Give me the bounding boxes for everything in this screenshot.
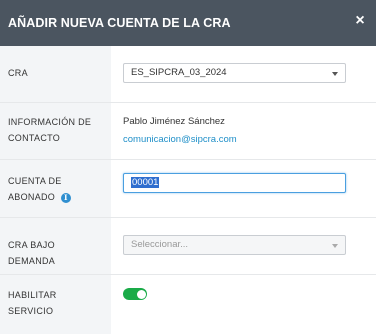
account-label: CUENTA DE ABONADO i	[8, 160, 103, 205]
cra-value-cell: ES_SIPCRA_03_2024	[111, 46, 376, 102]
enable-service-label: HABILITAR SERVICIO	[8, 290, 57, 316]
add-cra-account-modal: AÑADIR NUEVA CUENTA DE LA CRA × CRA ES_S…	[0, 0, 376, 334]
cra-row: CRA ES_SIPCRA_03_2024	[0, 46, 376, 103]
on-demand-label-cell: CRA BAJO DEMANDA	[0, 218, 111, 274]
enable-service-row: HABILITAR SERVICIO	[0, 275, 376, 334]
account-label-cell: CUENTA DE ABONADO i	[0, 160, 111, 217]
info-icon[interactable]: i	[60, 192, 71, 203]
chevron-down-icon	[332, 244, 338, 248]
toggle-knob	[136, 289, 146, 299]
account-label-line1: CUENTA DE	[8, 176, 62, 186]
cra-select[interactable]: ES_SIPCRA_03_2024	[123, 63, 346, 83]
contact-label-line1: INFORMACIÓN DE	[8, 117, 92, 127]
contact-label: INFORMACIÓN DE CONTACTO	[8, 103, 103, 146]
contact-name: Pablo Jiménez Sánchez	[123, 116, 225, 127]
contact-value-cell: Pablo Jiménez Sánchez comunicacion@sipcr…	[111, 103, 376, 159]
on-demand-value-cell: Seleccionar...	[111, 218, 376, 274]
account-value-cell: 00001	[111, 160, 376, 217]
contact-label-line2: CONTACTO	[8, 133, 61, 143]
account-number-value: 00001	[131, 177, 160, 188]
chevron-down-icon	[332, 72, 338, 76]
enable-service-value-cell	[111, 275, 376, 334]
on-demand-select[interactable]: Seleccionar...	[123, 235, 346, 255]
cra-label-cell: CRA	[0, 46, 111, 102]
account-label-line2: ABONADO	[8, 192, 56, 202]
close-icon[interactable]: ×	[353, 13, 367, 29]
on-demand-placeholder: Seleccionar...	[131, 239, 189, 250]
enable-service-toggle[interactable]	[123, 288, 147, 300]
contact-label-cell: INFORMACIÓN DE CONTACTO	[0, 103, 111, 159]
cra-label: CRA	[8, 68, 28, 78]
account-label-line2-wrap: ABONADO i	[8, 189, 103, 205]
contact-email-link[interactable]: comunicacion@sipcra.com	[123, 134, 237, 145]
on-demand-label: CRA BAJO DEMANDA	[8, 240, 56, 266]
modal-title: AÑADIR NUEVA CUENTA DE LA CRA	[8, 16, 231, 30]
modal-header: AÑADIR NUEVA CUENTA DE LA CRA ×	[0, 0, 376, 46]
account-row: CUENTA DE ABONADO i 00001	[0, 160, 376, 218]
enable-service-label-cell: HABILITAR SERVICIO	[0, 275, 111, 334]
on-demand-row: CRA BAJO DEMANDA Seleccionar...	[0, 218, 376, 275]
cra-select-value: ES_SIPCRA_03_2024	[131, 67, 227, 78]
contact-row: INFORMACIÓN DE CONTACTO Pablo Jiménez Sá…	[0, 103, 376, 160]
account-number-input[interactable]: 00001	[123, 173, 346, 193]
